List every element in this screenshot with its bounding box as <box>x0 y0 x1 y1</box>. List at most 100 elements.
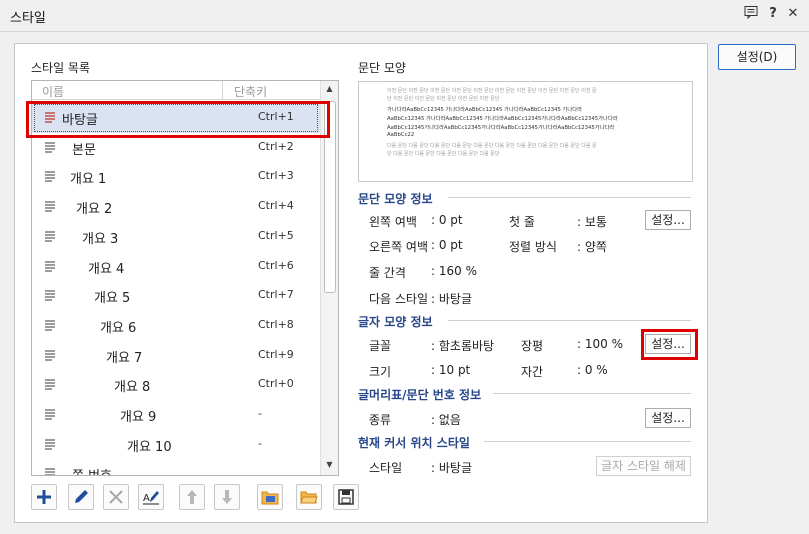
paragraph-style-icon <box>44 260 56 272</box>
font-value: : 함초롬바탕 <box>431 339 495 353</box>
import-style-button[interactable] <box>257 484 283 510</box>
style-shortcut: Ctrl+8 <box>258 317 294 331</box>
move-up-button[interactable] <box>179 484 205 510</box>
col-header-name[interactable]: 이름 <box>42 83 64 100</box>
section-divider <box>484 441 691 442</box>
paragraph-style-icon <box>44 467 56 475</box>
paragraph-style-icon <box>44 378 56 390</box>
replace-style-button[interactable]: A <box>138 484 164 510</box>
move-down-button[interactable] <box>214 484 240 510</box>
next-style-value: : 바탕글 <box>431 292 472 306</box>
style-shortcut: Ctrl+7 <box>258 288 294 302</box>
preview-current-line: AaBbCc12345 가나다라AaBbCc12345 가나다라AaBbCc12… <box>387 116 618 122</box>
clear-char-style-button[interactable]: 글자 스타일 해제 <box>596 456 691 476</box>
style-name: 개요 8 <box>114 380 151 396</box>
style-name: 개요 6 <box>100 320 137 336</box>
style-name: 본문 <box>72 142 96 158</box>
list-scrollbar[interactable]: ▲ ▼ <box>320 81 338 475</box>
paragraph-style-icon <box>44 349 56 361</box>
style-shortcut: Ctrl+5 <box>258 228 294 242</box>
save-style-button[interactable] <box>333 484 359 510</box>
selected-row-highlight <box>26 101 330 138</box>
paragraph-style-icon <box>44 170 56 183</box>
para-settings-button[interactable]: 설정... <box>645 210 691 230</box>
comment-icon[interactable] <box>742 5 760 23</box>
edit-style-button[interactable] <box>68 484 94 510</box>
section-divider <box>448 197 691 198</box>
preview-current-line: AaBbCc22 <box>387 132 415 138</box>
style-list-item[interactable]: 개요 6 Ctrl+8 <box>32 311 320 341</box>
style-shortcut: - <box>258 407 262 420</box>
style-list[interactable]: 이름 단축키 바탕글 Ctrl+1 본문 Ctrl+2 개요 1 Ctrl+3 개요 2 Ct… <box>31 80 339 476</box>
char-settings-highlight <box>641 329 698 360</box>
right-margin-value: : 0 pt <box>431 238 463 252</box>
paragraph-preview: 이전 문단 이전 문단 이전 문단 이전 문단 이전 문단 이전 문단 이전 문… <box>358 81 693 182</box>
delete-style-button[interactable] <box>103 484 129 510</box>
open-folder-button[interactable] <box>296 484 322 510</box>
para-info-header: 문단 모양 정보 <box>358 192 433 206</box>
size-label: 크기 <box>369 365 392 379</box>
paragraph-style-icon <box>44 230 56 242</box>
bullet-settings-button[interactable]: 설정... <box>645 408 691 428</box>
preview-prev-line: 이전 문단 이전 문단 이전 문단 이전 문단 이전 문단 이전 문단 이전 문… <box>387 88 597 94</box>
add-style-button[interactable] <box>31 484 57 510</box>
preview-current-line: AaBbCc12345가나다라AaBbCc12345가나다라AaBbCc1234… <box>387 125 615 131</box>
bullet-type-value: : 없음 <box>431 413 461 427</box>
paragraph-style-icon <box>44 319 56 331</box>
style-list-item[interactable]: 개요 5 Ctrl+7 <box>32 281 320 311</box>
style-list-label: 스타일 목록 <box>31 61 91 75</box>
style-list-item[interactable]: 개요 10 - <box>32 430 320 460</box>
style-list-item[interactable]: 개요 2 Ctrl+4 <box>32 192 320 222</box>
style-shortcut: - <box>258 436 262 450</box>
style-list-item[interactable]: 개요 7 Ctrl+9 <box>32 341 320 371</box>
col-header-shortcut[interactable]: 단축키 <box>234 83 267 100</box>
paragraph-style-icon <box>44 289 56 301</box>
align-label: 정렬 방식 <box>509 240 557 254</box>
style-list-item[interactable]: 개요 8 Ctrl+0 <box>32 370 320 400</box>
set-button[interactable]: 설정(D) <box>718 44 796 70</box>
style-name: 개요 7 <box>106 350 143 366</box>
style-shortcut: Ctrl+6 <box>258 258 294 272</box>
char-width-value: : 100 % <box>577 337 623 351</box>
left-margin-value: : 0 pt <box>431 213 463 227</box>
style-shortcut: Ctrl+9 <box>258 347 294 361</box>
preview-next-line: 단 다음 문단 다음 문단 다음 문단 다음 문단 다음 문단 <box>387 151 500 157</box>
style-list-item[interactable]: 개요 4 Ctrl+6 <box>32 252 320 282</box>
style-name: 개요 10 <box>127 439 172 455</box>
preview-prev-line: 단 이전 문단 이전 문단 이전 문단 이전 문단 이전 문단 <box>387 96 500 102</box>
char-info-header: 글자 모양 정보 <box>358 315 433 329</box>
close-button[interactable]: ✕ <box>784 5 802 23</box>
style-name: 쪽 번호 <box>72 465 112 475</box>
style-list-item[interactable]: 개요 9 - <box>32 400 320 430</box>
style-shortcut: Ctrl+3 <box>258 169 294 183</box>
line-spacing-value: : 160 % <box>431 264 477 278</box>
paragraph-style-icon <box>44 438 56 450</box>
style-list-item[interactable]: 개요 1 Ctrl+3 <box>32 162 320 192</box>
style-list-item[interactable]: 개요 3 Ctrl+5 <box>32 222 320 252</box>
bullet-info-header: 글머리표/문단 번호 정보 <box>358 388 482 402</box>
cursor-style-header: 현재 커서 위치 스타일 <box>358 436 470 450</box>
next-style-label: 다음 스타일 <box>369 292 429 306</box>
section-divider <box>493 393 691 394</box>
style-shortcut: Ctrl+2 <box>258 139 294 153</box>
help-button[interactable]: ? <box>764 5 782 23</box>
svg-text:A: A <box>143 493 150 504</box>
paragraph-style-icon <box>44 200 56 212</box>
scroll-down-icon[interactable]: ▼ <box>321 457 338 473</box>
style-name: 개요 4 <box>88 261 125 277</box>
style-shortcut: Ctrl+0 <box>258 377 294 391</box>
section-divider <box>448 320 691 321</box>
style-name: 개요 9 <box>120 410 157 425</box>
style-list-item[interactable]: 쪽 번호 <box>32 459 320 475</box>
style-name: 개요 2 <box>76 202 113 218</box>
right-margin-label: 오른쪽 여백 <box>369 240 429 254</box>
col-separator <box>222 81 223 99</box>
style-shortcut: Ctrl+4 <box>258 199 294 213</box>
list-header: 이름 단축키 <box>32 81 320 100</box>
paragraph-style-icon <box>44 141 56 153</box>
line-spacing-label: 줄 간격 <box>369 266 406 280</box>
paragraph-style-icon <box>44 408 56 420</box>
cursor-style-label: 스타일 <box>369 461 403 475</box>
style-name: 개요 1 <box>70 172 107 188</box>
scroll-up-icon[interactable]: ▲ <box>321 81 338 97</box>
